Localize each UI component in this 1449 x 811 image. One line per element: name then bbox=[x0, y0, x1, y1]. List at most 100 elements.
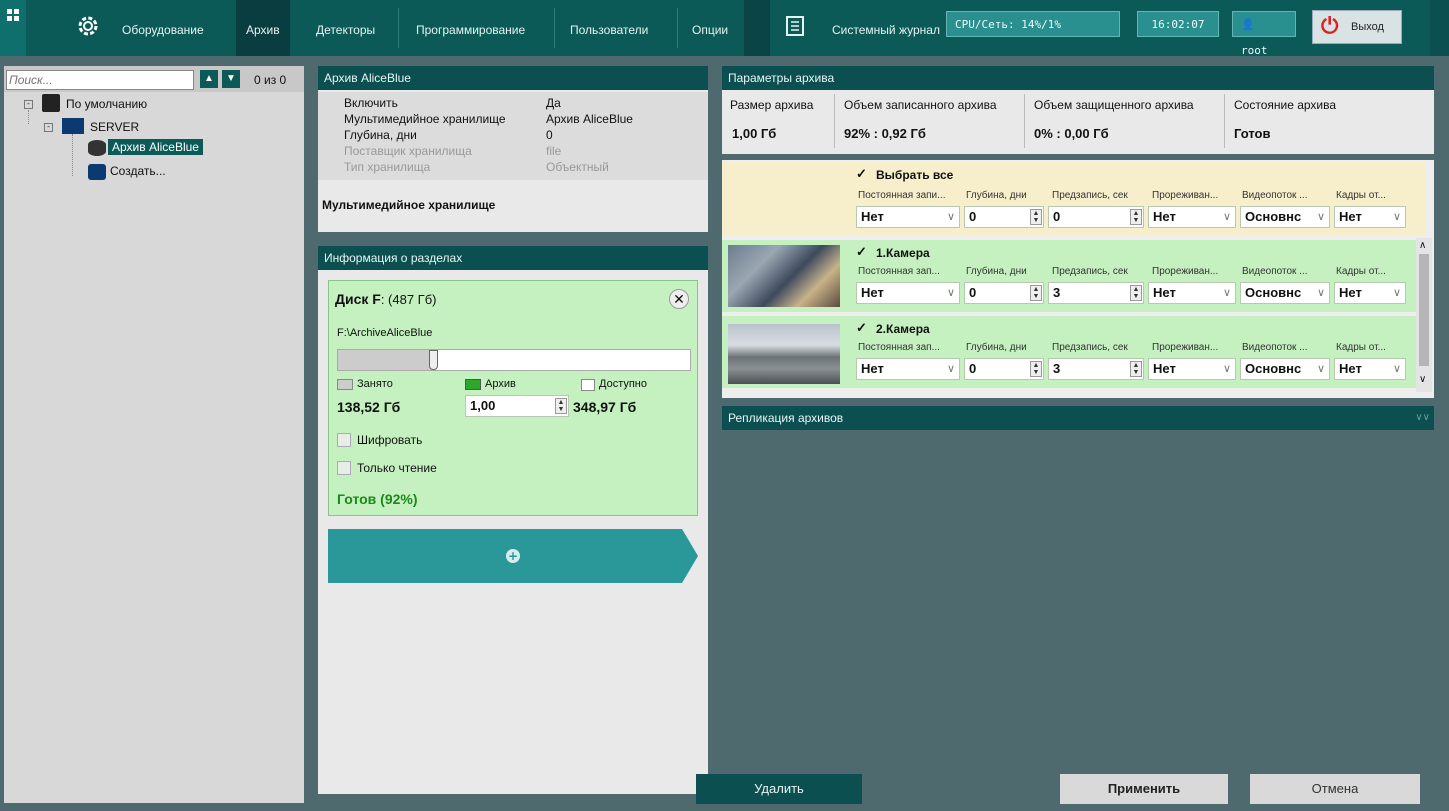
field-label: Прореживан... bbox=[1152, 266, 1219, 277]
tab-users[interactable]: Пользователи bbox=[560, 0, 658, 56]
params-value: 0% : 0,00 Гб bbox=[1034, 126, 1109, 141]
params-panel: Параметры архива Размер архива Объем зап… bbox=[722, 66, 1434, 154]
legend-archive-label: Архив bbox=[485, 378, 516, 390]
camera-thumbnail[interactable] bbox=[728, 245, 840, 307]
decimation-select[interactable]: Нет ∨ bbox=[1148, 282, 1236, 304]
encrypt-label: Шифровать bbox=[357, 433, 423, 447]
svg-text:+: + bbox=[508, 549, 518, 563]
archive-size-input[interactable]: 1,00 ▲ ▼ bbox=[465, 395, 569, 417]
disk-usage-slider[interactable] bbox=[337, 349, 691, 371]
journal-icon[interactable] bbox=[786, 16, 804, 36]
tab-archive[interactable]: Архив bbox=[236, 0, 290, 56]
permanent-record-select[interactable]: Нет ∨ bbox=[856, 358, 960, 380]
replication-header[interactable]: Репликация архивов ∨∨ bbox=[722, 406, 1434, 430]
tab-programming[interactable]: Программирование bbox=[406, 0, 535, 56]
frames-select[interactable]: Нет ∨ bbox=[1334, 358, 1406, 380]
checkmark-icon[interactable]: ✓ bbox=[856, 320, 867, 336]
spin-arrows-icon[interactable]: ▲ ▼ bbox=[1030, 209, 1042, 225]
spin-arrows-icon[interactable]: ▲ ▼ bbox=[555, 398, 567, 414]
checkmark-icon[interactable]: ✓ bbox=[856, 166, 867, 182]
prerecord-input[interactable]: 0 ▲ ▼ bbox=[1048, 206, 1144, 228]
params-value: Готов bbox=[1234, 126, 1271, 141]
gear-icon[interactable] bbox=[76, 14, 100, 38]
encrypt-checkbox[interactable] bbox=[337, 433, 351, 447]
videostream-select[interactable]: Основнс ∨ bbox=[1240, 358, 1330, 380]
spin-arrows-icon[interactable]: ▲ ▼ bbox=[1030, 361, 1042, 377]
spin-arrows-icon[interactable]: ▲ ▼ bbox=[1130, 361, 1142, 377]
legend-used-label: Занято bbox=[357, 378, 393, 390]
prop-row-storage[interactable]: Мультимедийное хранилище Архив AliceBlue bbox=[318, 111, 708, 127]
camera-name[interactable]: 1.Камера bbox=[876, 246, 930, 260]
spin-arrows-icon[interactable]: ▲ ▼ bbox=[1130, 209, 1142, 225]
search-up-button[interactable]: ▲ bbox=[200, 70, 218, 88]
permanent-record-select[interactable]: Нет ∨ bbox=[856, 282, 960, 304]
frames-select[interactable]: Нет ∨ bbox=[1334, 206, 1406, 228]
depth-input[interactable]: 0 ▲ ▼ bbox=[964, 206, 1044, 228]
prop-row-depth[interactable]: Глубина, дни 0 bbox=[318, 127, 708, 143]
cancel-button[interactable]: Отмена bbox=[1250, 774, 1420, 804]
top-bar: Оборудование Архив Детекторы Программиро… bbox=[0, 0, 1449, 57]
frames-select[interactable]: Нет ∨ bbox=[1334, 282, 1406, 304]
tree-item-create[interactable]: Создать... bbox=[110, 164, 166, 178]
tree-item-archive[interactable]: Архив AliceBlue bbox=[108, 139, 203, 155]
depth-input[interactable]: 0 ▲ ▼ bbox=[964, 282, 1044, 304]
camera-name[interactable]: 2.Камера bbox=[876, 322, 930, 336]
videostream-select[interactable]: Основнс ∨ bbox=[1240, 282, 1330, 304]
user-button[interactable]: 👤 root bbox=[1232, 11, 1296, 57]
server-icon bbox=[62, 118, 84, 134]
field-label: Постоянная зап... bbox=[858, 266, 940, 277]
tab-equipment[interactable]: Оборудование bbox=[112, 0, 214, 56]
prerecord-input[interactable]: 3 ▲ ▼ bbox=[1048, 358, 1144, 380]
legend-archive-swatch bbox=[465, 379, 481, 390]
collapse-icon[interactable]: - bbox=[44, 123, 53, 132]
legend-free-swatch bbox=[581, 379, 595, 391]
domain-icon bbox=[42, 94, 60, 112]
collapse-icon[interactable]: - bbox=[24, 100, 33, 109]
cpu-status: CPU/Сеть: 14%/1% bbox=[946, 11, 1120, 37]
cameras-panel: ✓ Выбрать все Постоянная запи... Глубина… bbox=[722, 160, 1434, 398]
field-label: Глубина, дни bbox=[966, 342, 1027, 353]
close-icon[interactable]: ✕ bbox=[669, 289, 689, 309]
field-label: Постоянная запи... bbox=[858, 190, 946, 201]
search-input[interactable] bbox=[6, 70, 194, 90]
add-partition-button[interactable]: + bbox=[328, 529, 698, 583]
expand-icon[interactable]: ∨∨ bbox=[1415, 406, 1430, 430]
clock: 16:02:07 bbox=[1137, 11, 1219, 37]
prerecord-input[interactable]: 3 ▲ ▼ bbox=[1048, 282, 1144, 304]
tree-item-default[interactable]: По умолчанию bbox=[66, 97, 147, 111]
depth-input[interactable]: 0 ▲ ▼ bbox=[964, 358, 1044, 380]
prop-row-enable[interactable]: Включить Да bbox=[318, 95, 708, 111]
spin-arrows-icon[interactable]: ▲ ▼ bbox=[1130, 285, 1142, 301]
decimation-select[interactable]: Нет ∨ bbox=[1148, 206, 1236, 228]
exit-button[interactable]: ⏻ Выход bbox=[1312, 10, 1402, 44]
field-label: Видеопоток ... bbox=[1242, 190, 1308, 201]
permanent-record-select[interactable]: Нет ∨ bbox=[856, 206, 960, 228]
field-label: Предзапись, сек bbox=[1052, 190, 1128, 201]
tab-options[interactable]: Опции bbox=[682, 0, 738, 56]
apps-icon[interactable] bbox=[0, 0, 26, 56]
tree-item-server[interactable]: SERVER bbox=[90, 120, 139, 134]
search-down-button[interactable]: ▼ bbox=[222, 70, 240, 88]
params-col-label: Состояние архива bbox=[1234, 98, 1337, 112]
system-journal-link[interactable]: Системный журнал bbox=[822, 0, 950, 56]
select-all-label[interactable]: Выбрать все bbox=[876, 168, 953, 182]
camera-row: ✓ 1.Камера Постоянная зап... Глубина, дн… bbox=[722, 240, 1426, 312]
delete-button[interactable]: Удалить bbox=[696, 774, 862, 804]
checkmark-icon[interactable]: ✓ bbox=[856, 244, 867, 260]
search-counter: 0 из 0 bbox=[254, 73, 287, 87]
field-label: Прореживан... bbox=[1152, 190, 1219, 201]
apply-button[interactable]: Применить bbox=[1060, 774, 1228, 804]
scroll-down-icon[interactable]: ∨ bbox=[1419, 374, 1426, 385]
decimation-select[interactable]: Нет ∨ bbox=[1148, 358, 1236, 380]
slider-handle[interactable] bbox=[429, 350, 438, 370]
scroll-thumb[interactable] bbox=[1419, 254, 1429, 366]
scrollbar[interactable]: ∧ ∨ bbox=[1416, 238, 1432, 392]
videostream-select[interactable]: Основнс ∨ bbox=[1240, 206, 1330, 228]
params-title: Параметры архива bbox=[722, 66, 1434, 90]
tab-detectors[interactable]: Детекторы bbox=[306, 0, 385, 56]
readonly-checkbox[interactable] bbox=[337, 461, 351, 475]
camera-thumbnail[interactable] bbox=[728, 324, 840, 384]
params-col-label: Объем записанного архива bbox=[844, 98, 997, 112]
spin-arrows-icon[interactable]: ▲ ▼ bbox=[1030, 285, 1042, 301]
scroll-up-icon[interactable]: ∧ bbox=[1419, 240, 1426, 251]
